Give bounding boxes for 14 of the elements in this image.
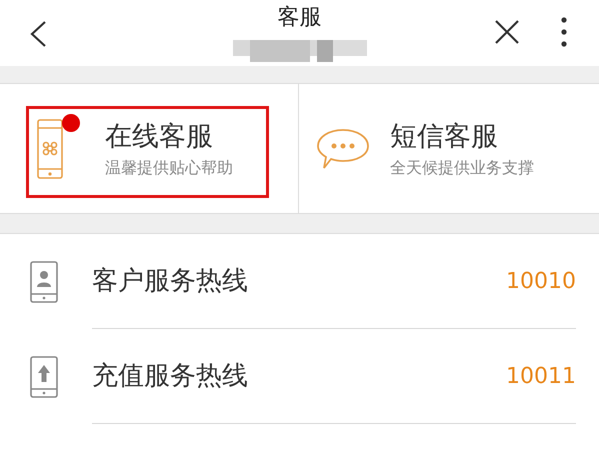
phone-icon [37, 118, 63, 178]
service-card[interactable]: 短信客服 全天候提供业务支撑 [299, 84, 598, 213]
hotline-label[interactable]: 客户服务热线 [92, 262, 248, 300]
more-icon[interactable] [561, 17, 567, 47]
page-title: 客服 [278, 4, 322, 32]
back-icon[interactable] [28, 20, 48, 48]
speech-bubble-icon [316, 128, 370, 170]
hotline-label[interactable]: 充值服务热线 [92, 356, 248, 396]
service-title[interactable]: 短信客服 [390, 118, 534, 154]
service-subtitle: 温馨提供贴心帮助 [105, 156, 233, 178]
close-icon[interactable] [494, 19, 520, 45]
service-title[interactable]: 在线客服 [105, 118, 233, 154]
service-subtitle: 全天候提供业务支撑 [390, 156, 534, 178]
phone-person-icon [30, 260, 58, 302]
